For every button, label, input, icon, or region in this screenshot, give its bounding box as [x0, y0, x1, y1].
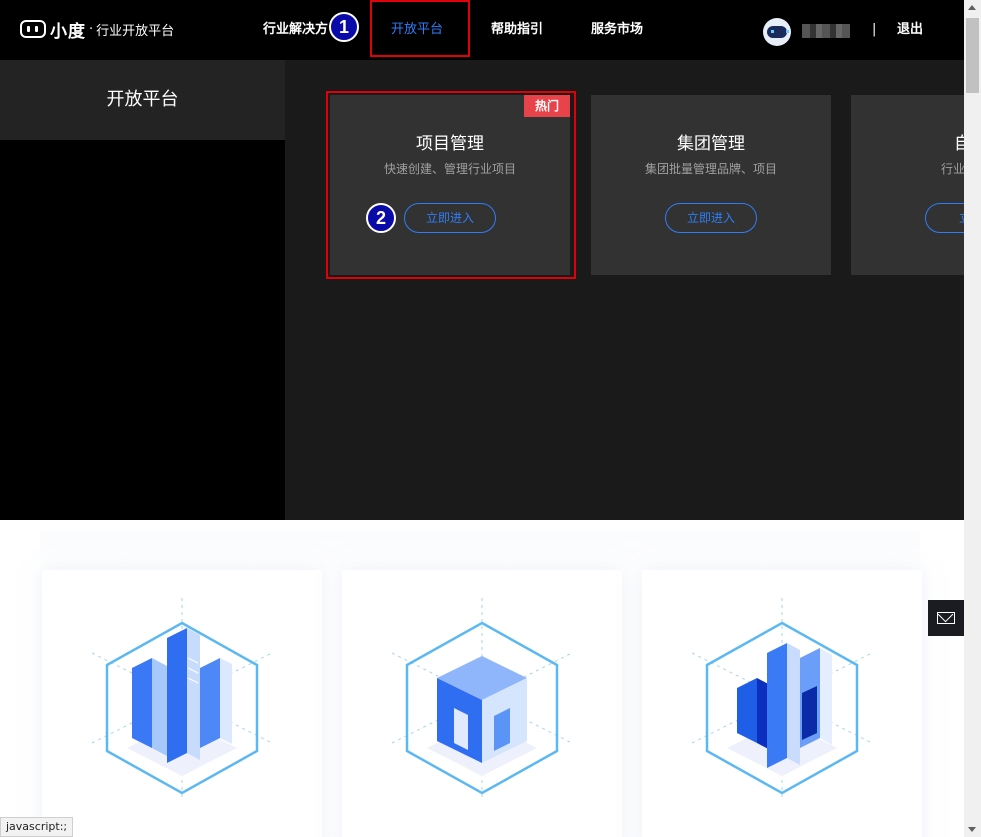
card-title: 集团管理: [677, 134, 745, 154]
logout-link[interactable]: 退出: [897, 0, 923, 60]
arch-block-icon: [391, 598, 573, 798]
nav-industry-solutions[interactable]: 行业解决方: [263, 0, 328, 60]
nav-divider: |: [872, 22, 877, 37]
username-redacted: [802, 24, 850, 38]
card-self-service: 自助 行业开发者 立即: [851, 95, 964, 275]
card-title: 自助: [954, 134, 964, 154]
highlight-box-nav: [370, 0, 470, 57]
enter-now-button[interactable]: 立即: [925, 203, 964, 233]
scroll-thumb[interactable]: [966, 18, 979, 93]
enter-now-button[interactable]: 立即进入: [665, 203, 757, 233]
card-desc: 行业开发者: [940, 162, 964, 176]
feature-card-1[interactable]: [42, 570, 322, 837]
logo[interactable]: 小度 · 行业开放平台: [20, 17, 175, 42]
step-marker-1: 1: [329, 12, 359, 42]
dropdown-sidebar-title: 开放平台: [0, 60, 285, 140]
step-marker-2: 2: [366, 203, 396, 233]
scroll-down-icon[interactable]: [968, 827, 976, 832]
blocks-icon: [691, 598, 873, 798]
building-icon: [91, 598, 273, 798]
xiaodu-logo-icon: [20, 20, 46, 38]
page: 小度 · 行业开放平台 行业解决方 开放平台 帮助指引 服务市场 | 退出 1 …: [0, 0, 981, 837]
feature-section: [0, 520, 964, 837]
card-desc: 集团批量管理品牌、项目: [644, 162, 777, 176]
top-navbar: 小度 · 行业开放平台 行业解决方 开放平台 帮助指引 服务市场 | 退出: [0, 0, 964, 60]
status-bar-url: javascript:;: [0, 817, 74, 837]
nav-help-guide[interactable]: 帮助指引: [491, 0, 543, 60]
highlight-box-card: [326, 91, 576, 279]
logo-subtitle: 行业开放平台: [96, 23, 175, 39]
nav-service-market[interactable]: 服务市场: [591, 0, 643, 60]
feature-card-3[interactable]: [642, 570, 922, 837]
scroll-up-icon[interactable]: [968, 5, 976, 10]
card-group-management: 集团管理 集团批量管理品牌、项目 立即进入: [591, 95, 831, 275]
vertical-scrollbar[interactable]: [964, 0, 981, 837]
mail-button[interactable]: [928, 600, 964, 636]
dropdown-sidebar: 开放平台: [0, 60, 285, 520]
logo-brand: 小度: [50, 21, 86, 42]
logo-separator: ·: [89, 21, 94, 37]
feature-card-2[interactable]: [342, 570, 622, 837]
mail-icon: [937, 612, 955, 624]
avatar[interactable]: [763, 18, 791, 46]
